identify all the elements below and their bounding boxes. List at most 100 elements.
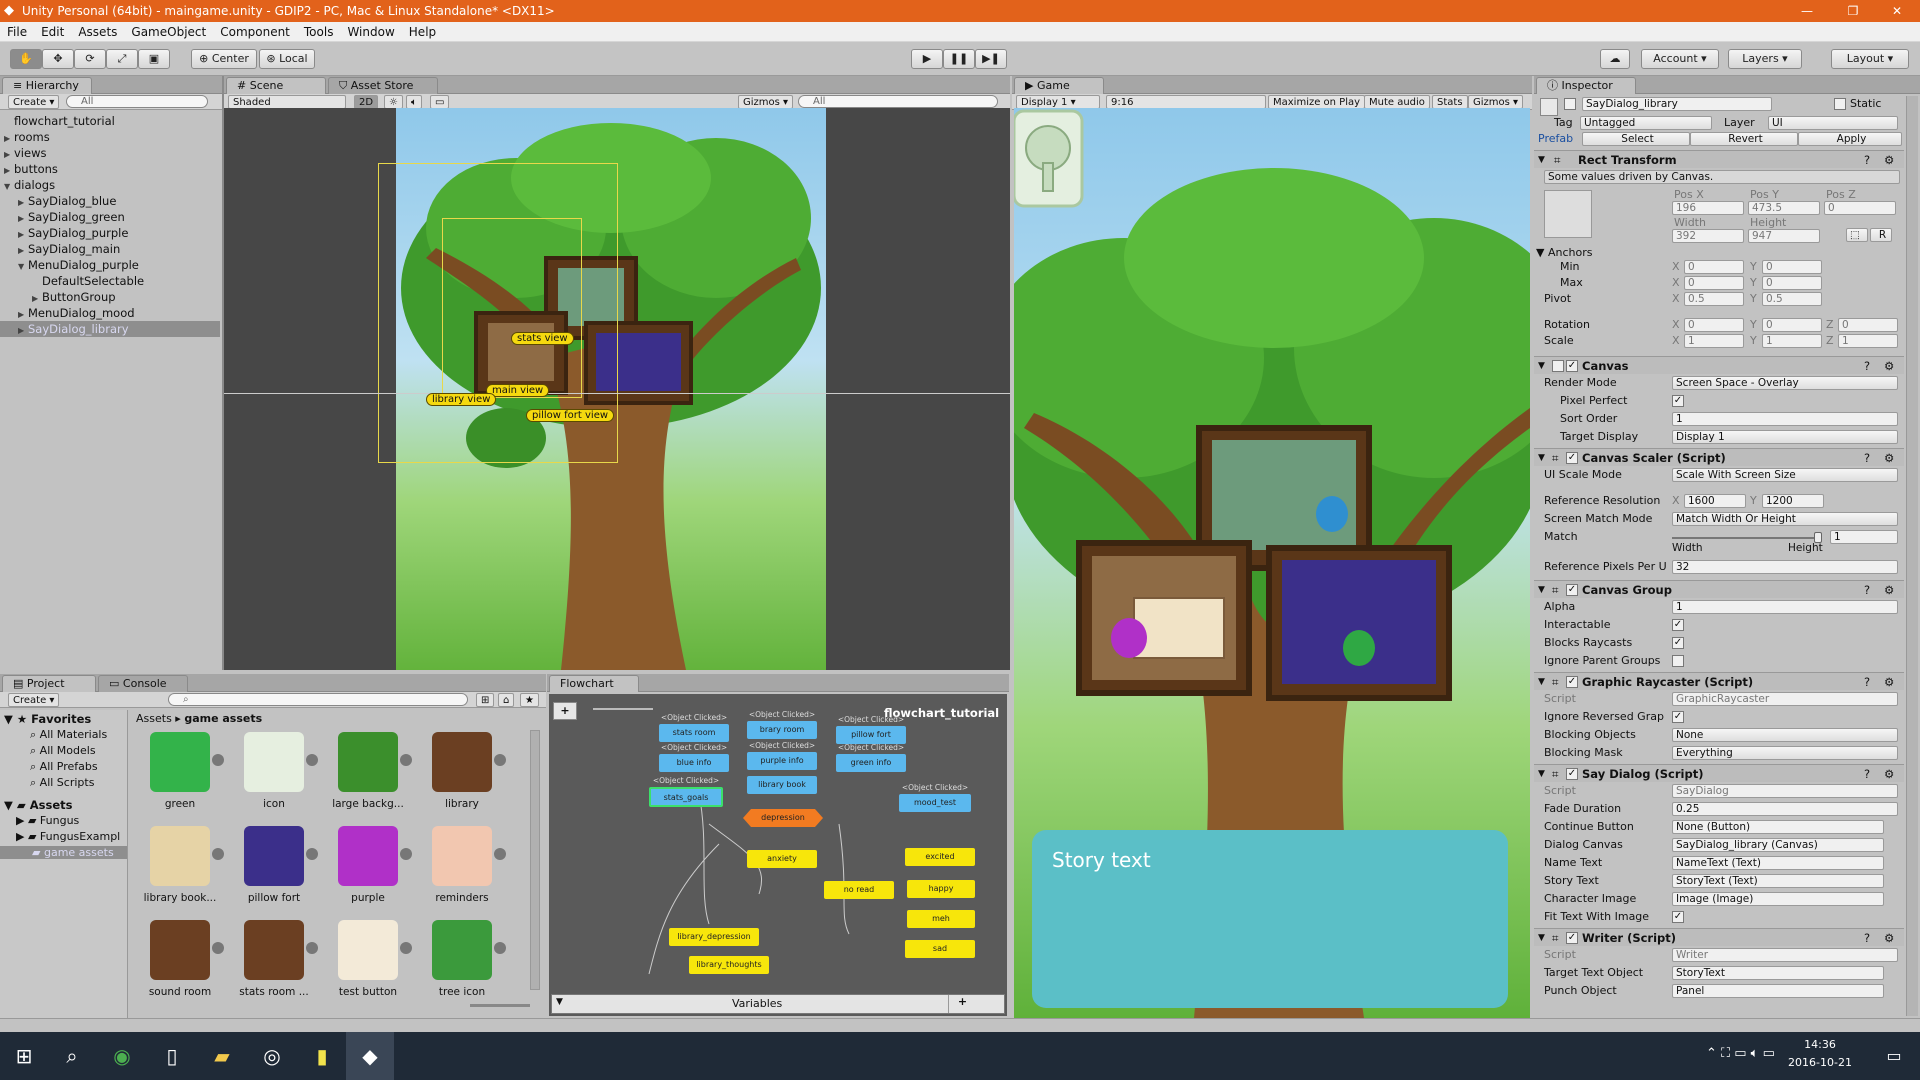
static-checkbox[interactable] — [1834, 98, 1846, 110]
search-icon[interactable]: ⌕ — [48, 1032, 96, 1080]
notifications-icon[interactable]: ▭ — [1870, 1032, 1918, 1080]
settings-gear-icon[interactable]: ⚙ — [1884, 357, 1894, 375]
blocking-objects-dropdown[interactable]: None — [1672, 728, 1898, 742]
active-checkbox[interactable] — [1564, 98, 1576, 110]
hierarchy-item[interactable]: ▶ SayDialog_library — [0, 321, 220, 337]
filter-type-icon[interactable]: ⊞ — [476, 693, 495, 707]
hierarchy-item[interactable]: DefaultSelectable — [0, 273, 220, 289]
asset-item[interactable]: pillow fort — [230, 822, 318, 912]
expand-arrow-icon[interactable] — [306, 848, 318, 860]
interactable-checkbox[interactable]: ✓ — [1672, 619, 1684, 631]
expand-arrow-icon[interactable] — [400, 942, 412, 954]
play-button[interactable]: ▶ — [911, 49, 943, 69]
asset-item[interactable]: icon — [230, 728, 318, 818]
settings-gear-icon[interactable]: ⚙ — [1884, 449, 1894, 467]
raw-edit-button[interactable]: R — [1870, 228, 1892, 242]
flowchart-block[interactable]: pillow fort — [836, 726, 906, 744]
audio-toggle-icon[interactable]: 🔈︎ — [406, 95, 422, 109]
anchors-foldout[interactable]: ▼ Anchors — [1536, 246, 1592, 259]
ui-scale-mode-dropdown[interactable]: Scale With Screen Size — [1672, 468, 1898, 482]
story-text-field[interactable]: StoryText (Text) — [1672, 874, 1884, 888]
step-button[interactable]: ▶❚ — [975, 49, 1007, 69]
expand-arrow-icon[interactable] — [212, 848, 224, 860]
anchor-min-y-field[interactable]: 0 — [1762, 260, 1822, 274]
help-icon[interactable]: ? — [1864, 357, 1870, 375]
pivot-local-button[interactable]: ⊛ Local — [259, 49, 315, 69]
tab-project[interactable]: ▤ Project — [2, 675, 96, 692]
steam-icon[interactable]: ◎ — [248, 1032, 296, 1080]
help-icon[interactable]: ? — [1864, 765, 1870, 783]
prefab-select-button[interactable]: Select — [1582, 132, 1690, 146]
sort-order-field[interactable]: 1 — [1672, 412, 1898, 426]
expand-arrow-icon[interactable] — [212, 942, 224, 954]
menu-help[interactable]: Help — [402, 22, 443, 42]
flowchart-block[interactable]: anxiety — [747, 850, 817, 868]
aspect-dropdown[interactable]: 9:16 — [1106, 95, 1266, 109]
project-scrollbar[interactable] — [530, 730, 540, 990]
scene-search-input[interactable]: All — [798, 95, 998, 108]
variables-toggle-icon[interactable]: ▼ — [556, 997, 563, 1007]
flowchart-canvas[interactable]: + flowchart_tutorial <Object Clicked> sta… — [549, 694, 1007, 1016]
blocks-raycasts-checkbox[interactable]: ✓ — [1672, 637, 1684, 649]
favorite-all-materials[interactable]: ⌕ All Materials — [30, 728, 107, 742]
windows-start-icon[interactable]: ⊞ — [0, 1032, 48, 1080]
clock-date[interactable]: 2016-10-21 — [1780, 1056, 1860, 1069]
asset-item[interactable]: sound room — [136, 916, 224, 1006]
inspector-scrollbar[interactable] — [1906, 96, 1918, 1016]
posx-field[interactable]: 196 — [1672, 201, 1744, 215]
canvas-group-header[interactable]: ▼ ⌗ ✓ Canvas Group? ⚙ — [1534, 580, 1904, 598]
say-script-field[interactable]: SayDialog — [1672, 784, 1898, 798]
settings-gear-icon[interactable]: ⚙ — [1884, 929, 1894, 947]
canvas-enabled-checkbox[interactable]: ✓ — [1566, 360, 1578, 372]
continue-button-field[interactable]: None (Button) — [1672, 820, 1884, 834]
close-button[interactable]: ✕ — [1874, 0, 1920, 22]
menu-tools[interactable]: Tools — [297, 22, 341, 42]
expand-arrow-icon[interactable] — [494, 754, 506, 766]
hierarchy-item[interactable]: ▶ SayDialog_purple — [0, 225, 220, 241]
writer-enabled-checkbox[interactable]: ✓ — [1566, 932, 1578, 944]
rotate-tool-icon[interactable]: ⟳ — [74, 49, 106, 69]
reference-resolution-x-field[interactable]: 1600 — [1684, 494, 1746, 508]
rotation-y-field[interactable]: 0 — [1762, 318, 1822, 332]
breadcrumb-game-assets[interactable]: game assets — [184, 712, 262, 725]
help-icon[interactable]: ? — [1864, 929, 1870, 947]
flowchart-block[interactable]: library_thoughts — [689, 956, 769, 974]
scale-tool-icon[interactable]: ⤢ — [106, 49, 138, 69]
target-display-dropdown[interactable]: Display 1 — [1672, 430, 1898, 444]
blocking-mask-dropdown[interactable]: Everything — [1672, 746, 1898, 760]
scene-label-pillow[interactable]: pillow fort view — [526, 409, 615, 422]
flowchart-block[interactable]: happy — [907, 880, 975, 898]
assets-header[interactable]: ▼ ▰ Assets — [4, 798, 72, 812]
anchor-preset-icon[interactable] — [1544, 190, 1592, 238]
graphic-raycaster-header[interactable]: ▼ ⌗ ✓ Graphic Raycaster (Script)? ⚙ — [1534, 672, 1904, 690]
hierarchy-search-input[interactable]: All — [66, 95, 208, 108]
settings-gear-icon[interactable]: ⚙ — [1884, 765, 1894, 783]
flowchart-block-selected[interactable]: stats_goals — [649, 787, 723, 807]
favorites-header[interactable]: ▼ ★ Favorites — [4, 712, 91, 726]
expand-arrow-icon[interactable] — [212, 754, 224, 766]
file-explorer-icon[interactable]: ▰ — [198, 1032, 246, 1080]
tag-dropdown[interactable]: Untagged — [1580, 116, 1712, 130]
thumbnail-size-slider[interactable] — [470, 1004, 530, 1007]
dialog-canvas-field[interactable]: SayDialog_library (Canvas) — [1672, 838, 1884, 852]
folder-fungusexample[interactable]: ▶ ▰ FungusExampl — [16, 830, 120, 843]
chrome-icon[interactable]: ◉ — [98, 1032, 146, 1080]
asset-item[interactable]: tree icon — [418, 916, 506, 1006]
ignore-reversed-checkbox[interactable]: ✓ — [1672, 711, 1684, 723]
canvas-scaler-enabled-checkbox[interactable]: ✓ — [1566, 452, 1578, 464]
maximize-button[interactable]: ❐ — [1830, 0, 1876, 22]
hierarchy-create-button[interactable]: Create ▾ — [8, 95, 60, 109]
tab-console[interactable]: ▭ Console — [98, 675, 188, 692]
canvas-scaler-header[interactable]: ▼ ⌗ ✓ Canvas Scaler (Script)? ⚙ — [1534, 448, 1904, 466]
scene-label-stats[interactable]: stats view — [511, 332, 574, 345]
scene-view[interactable]: stats view main view library view pillow… — [224, 108, 1010, 670]
asset-item[interactable]: test button — [324, 916, 412, 1006]
flowchart-block[interactable]: excited — [905, 848, 975, 866]
rect-transform-header[interactable]: ▼ ⌗ Rect Transform? ⚙ — [1534, 150, 1904, 168]
flowchart-block[interactable]: blue info — [659, 754, 729, 772]
canvas-group-enabled-checkbox[interactable]: ✓ — [1566, 584, 1578, 596]
menu-gameobject[interactable]: GameObject — [124, 22, 213, 42]
hierarchy-item[interactable]: ▶ MenuDialog_mood — [0, 305, 220, 321]
file-icon[interactable]: ▯ — [148, 1032, 196, 1080]
asset-item[interactable]: large backg... — [324, 728, 412, 818]
